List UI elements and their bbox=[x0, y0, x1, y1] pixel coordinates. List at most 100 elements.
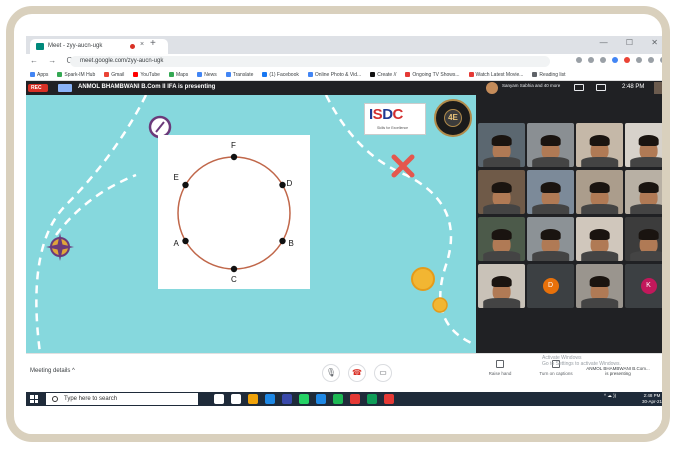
bookmark-favicon-icon bbox=[262, 72, 268, 77]
participant-tile[interactable] bbox=[576, 170, 623, 214]
hangup-button[interactable]: ☎ bbox=[348, 364, 366, 382]
chrome-tabstrip: Meet - zyy-aucn-ugk × + — ☐ ✕ bbox=[26, 36, 662, 54]
notification-icon[interactable] bbox=[662, 395, 669, 403]
presenting-card[interactable]: ANMOL BHAMBWANI B.Com... is presenting bbox=[582, 366, 654, 376]
participant-tile[interactable] bbox=[527, 123, 574, 167]
bookmark-item[interactable]: Apps bbox=[30, 72, 48, 78]
college-seal: 4E bbox=[434, 99, 472, 137]
bookmark-label: Spark-IM Hub bbox=[64, 71, 96, 78]
taskbar-app-icon[interactable] bbox=[248, 394, 258, 404]
meeting-details-button[interactable]: Meeting details ^ bbox=[30, 368, 75, 374]
bookmark-favicon-icon bbox=[30, 72, 35, 77]
participant-hair bbox=[540, 182, 561, 193]
participant-tile[interactable] bbox=[478, 123, 525, 167]
taskbar-search[interactable]: Type here to search bbox=[46, 393, 198, 405]
participant-tile[interactable] bbox=[478, 264, 525, 308]
participant-body bbox=[482, 157, 521, 167]
star-icon[interactable] bbox=[600, 57, 606, 63]
participant-hair bbox=[589, 135, 610, 146]
taskbar-app-icon[interactable] bbox=[231, 394, 241, 404]
participant-body bbox=[531, 251, 570, 261]
bookmark-favicon-icon bbox=[197, 72, 203, 77]
taskbar-app-icon[interactable] bbox=[299, 394, 309, 404]
windows-start-icon[interactable] bbox=[30, 395, 38, 403]
people-icon[interactable] bbox=[574, 84, 584, 91]
point-label: D bbox=[286, 179, 293, 188]
tab-close-icon[interactable]: × bbox=[140, 41, 144, 48]
bookmark-label: Reading list bbox=[539, 71, 566, 78]
bookmark-item[interactable]: Watch Latest Movie... bbox=[468, 72, 523, 78]
mic-button[interactable]: 🎙 bbox=[322, 364, 340, 382]
participant-body bbox=[629, 251, 662, 261]
circle-outline bbox=[177, 156, 291, 270]
participant-hair bbox=[638, 182, 659, 193]
bookmark-item[interactable]: Maps bbox=[168, 72, 188, 78]
extension-icon[interactable] bbox=[624, 57, 630, 63]
point-marker bbox=[279, 181, 286, 189]
extension-icon[interactable] bbox=[612, 57, 618, 63]
more-options-icon[interactable]: ⋮ bbox=[660, 367, 662, 376]
taskbar-app-icon[interactable] bbox=[367, 394, 377, 404]
participant-hair bbox=[589, 182, 610, 193]
search-icon[interactable] bbox=[588, 57, 594, 63]
bookmark-item[interactable]: Reading list bbox=[532, 71, 566, 78]
tab-meet[interactable]: Meet - zyy-aucn-ugk × bbox=[30, 39, 168, 54]
participant-tile[interactable] bbox=[625, 123, 662, 167]
coin-icon bbox=[411, 267, 448, 313]
participant-tile[interactable] bbox=[576, 217, 623, 261]
bookmark-favicon-icon bbox=[307, 72, 313, 77]
participant-tile[interactable] bbox=[527, 170, 574, 214]
taskbar-app-icon[interactable] bbox=[350, 394, 360, 404]
bookmark-favicon-icon bbox=[225, 72, 231, 77]
participant-tile[interactable]: D bbox=[527, 264, 574, 308]
point-marker bbox=[230, 153, 238, 161]
bookmark-item[interactable]: Gmail bbox=[104, 72, 124, 78]
taskbar-app-icon[interactable] bbox=[214, 394, 224, 404]
participant-tile[interactable] bbox=[576, 264, 623, 308]
recording-badge: REC bbox=[28, 84, 48, 92]
taskbar-app-icon[interactable] bbox=[316, 394, 326, 404]
participant-tile[interactable] bbox=[478, 217, 525, 261]
profile-icon[interactable] bbox=[648, 57, 654, 63]
address-bar[interactable]: meet.google.com/zyy-aucn-ugk bbox=[70, 56, 550, 67]
new-tab-button[interactable]: + bbox=[150, 38, 156, 49]
participant-hair bbox=[491, 135, 512, 146]
bookmark-item[interactable]: Create // bbox=[370, 72, 396, 78]
camera-button[interactable]: ▭ bbox=[374, 364, 392, 382]
bookmark-favicon-icon bbox=[168, 72, 174, 77]
bookmark-item[interactable]: Spark-IM Hub bbox=[57, 72, 95, 78]
participant-tile[interactable]: K bbox=[625, 264, 662, 308]
participant-tile[interactable] bbox=[576, 123, 623, 167]
bookmark-item[interactable]: (1) Facebook bbox=[262, 72, 299, 78]
taskbar-app-icon[interactable] bbox=[265, 394, 275, 404]
participant-body bbox=[629, 157, 662, 167]
bookmark-item[interactable]: News bbox=[197, 72, 217, 78]
bookmark-label: News bbox=[204, 71, 217, 78]
participant-tile[interactable] bbox=[625, 217, 662, 261]
point-label: F bbox=[231, 141, 236, 150]
bookmark-favicon-icon bbox=[370, 72, 376, 77]
bookmark-item[interactable]: Ongoing TV Shows... bbox=[405, 72, 460, 78]
chat-icon[interactable] bbox=[596, 84, 606, 91]
camera-icon[interactable] bbox=[576, 57, 582, 63]
taskbar-app-icon[interactable] bbox=[384, 394, 394, 404]
system-tray[interactable]: ^ ☁ )) bbox=[604, 393, 616, 399]
window-controls[interactable]: — ☐ ✕ bbox=[600, 38, 662, 47]
bookmark-item[interactable]: YouTube bbox=[133, 72, 160, 78]
participant-tile[interactable] bbox=[625, 170, 662, 214]
bookmark-label: Gmail bbox=[111, 71, 125, 78]
menu-icon[interactable] bbox=[660, 57, 662, 63]
raise-hand-button[interactable]: Raise hand bbox=[478, 360, 522, 376]
taskbar-app-icon[interactable] bbox=[333, 394, 343, 404]
participant-tile[interactable] bbox=[478, 170, 525, 214]
taskbar-app-icon[interactable] bbox=[282, 394, 292, 404]
participant-tile[interactable] bbox=[527, 217, 574, 261]
search-icon bbox=[52, 396, 58, 402]
bookmark-label: Translate bbox=[232, 71, 254, 78]
bookmark-item[interactable]: Translate bbox=[225, 71, 254, 78]
taskbar-clock[interactable]: 2:48 PM 30-Apr-21 bbox=[642, 393, 662, 405]
puzzle-icon[interactable] bbox=[636, 57, 642, 63]
participants-summary[interactable]: Sanyam Sabhia and 40 more bbox=[502, 83, 562, 88]
chrome-toolbar: ← → C meet.google.com/zyy-aucn-ugk bbox=[26, 54, 662, 69]
bookmark-item[interactable]: Online Photo & Vid... bbox=[307, 72, 361, 78]
